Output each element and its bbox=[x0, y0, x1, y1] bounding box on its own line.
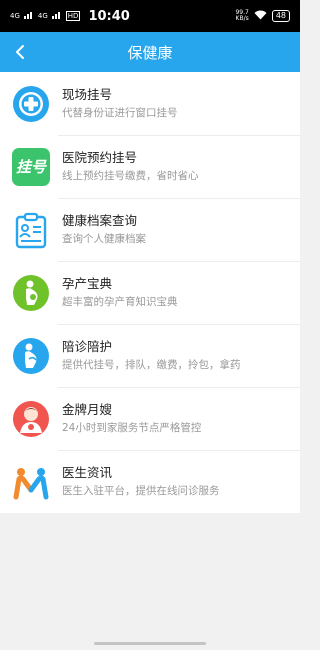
battery-icon: 48 bbox=[271, 10, 290, 22]
item-subtitle: 超丰富的孕产育知识宝典 bbox=[62, 296, 178, 308]
signal-4g-2: 4G bbox=[37, 12, 48, 20]
nanny-icon bbox=[12, 400, 50, 438]
signal-bars-icon bbox=[51, 10, 62, 22]
list-item-health-records[interactable]: 健康档案查询 查询个人健康档案 bbox=[0, 198, 300, 261]
chevron-left-icon bbox=[16, 45, 24, 59]
list-item-gold-nanny[interactable]: 金牌月嫂 24小时到家服务节点严格管控 bbox=[0, 387, 300, 450]
network-speed: 99.7 KB/s bbox=[235, 10, 248, 22]
item-title: 孕产宝典 bbox=[62, 276, 113, 291]
doctor-m-icon bbox=[12, 463, 50, 501]
speed-unit: KB/s bbox=[235, 15, 249, 22]
clock: 10:40 bbox=[88, 8, 130, 24]
hd-badge: HD bbox=[65, 11, 81, 21]
page-title: 保健康 bbox=[127, 43, 173, 62]
registration-icon-label: 挂号 bbox=[12, 147, 50, 186]
item-title: 金牌月嫂 bbox=[62, 402, 113, 417]
item-title: 健康档案查询 bbox=[62, 213, 138, 228]
item-subtitle: 线上预约挂号缴费，省时省心 bbox=[62, 170, 199, 182]
status-bar: 4G 4G HD 10:40 99.7 KB/s 48 bbox=[0, 0, 300, 32]
list-item-doctor-info[interactable]: 医生资讯 医生入驻平台，提供在线问诊服务 bbox=[0, 450, 300, 513]
registration-icon: 挂号 bbox=[12, 147, 50, 186]
item-title: 陪诊陪护 bbox=[62, 339, 113, 354]
list-item-pregnancy-guide[interactable]: 孕产宝典 超丰富的孕产育知识宝典 bbox=[0, 261, 300, 324]
item-subtitle: 查询个人健康档案 bbox=[62, 233, 146, 245]
nav-bar: 保健康 bbox=[0, 32, 300, 72]
caregiver-icon bbox=[12, 337, 50, 375]
list-item-escort-care[interactable]: 陪诊陪护 提供代挂号，排队，缴费，拎包，拿药 bbox=[0, 324, 300, 387]
item-subtitle: 24小时到家服务节点严格管控 bbox=[62, 422, 202, 434]
item-subtitle: 提供代挂号，排队，缴费，拎包，拿药 bbox=[62, 359, 241, 371]
signal-bars-icon bbox=[23, 10, 34, 22]
wifi-icon bbox=[254, 10, 267, 23]
item-title: 现场挂号 bbox=[62, 87, 113, 102]
service-list: 现场挂号 代替身份证进行窗口挂号 挂号 医院预约挂号 线上预约挂号缴费，省时省心 bbox=[0, 72, 300, 513]
list-item-onsite-registration[interactable]: 现场挂号 代替身份证进行窗口挂号 bbox=[0, 72, 300, 135]
item-subtitle: 医生入驻平台，提供在线问诊服务 bbox=[62, 485, 220, 497]
back-button[interactable] bbox=[6, 38, 34, 66]
home-indicator[interactable] bbox=[94, 642, 206, 645]
item-title: 医生资讯 bbox=[62, 465, 113, 480]
plus-circle-icon bbox=[12, 85, 50, 123]
clipboard-icon bbox=[12, 211, 50, 249]
list-item-hospital-appointment[interactable]: 挂号 医院预约挂号 线上预约挂号缴费，省时省心 bbox=[0, 135, 300, 198]
item-title: 医院预约挂号 bbox=[62, 150, 138, 165]
signal-4g-1: 4G bbox=[10, 12, 20, 20]
item-subtitle: 代替身份证进行窗口挂号 bbox=[62, 107, 178, 119]
pregnancy-icon bbox=[12, 274, 50, 312]
